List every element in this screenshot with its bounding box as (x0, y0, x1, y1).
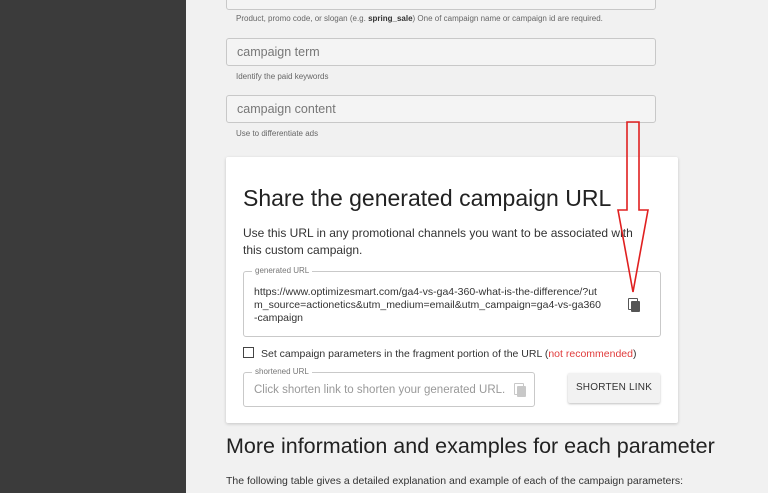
campaign-content-field[interactable]: campaign content (226, 95, 656, 123)
campaign-name-hint-tail: ) One of campaign name or campaign id ar… (412, 14, 603, 23)
campaign-term-hint: Identify the paid keywords (236, 72, 329, 81)
campaign-name-example: spring_sale (368, 14, 413, 23)
fragment-checkbox-label: Set campaign parameters in the fragment … (261, 348, 549, 360)
campaign-name-hint: Product, promo code, or slogan (e.g. spr… (236, 14, 603, 23)
shortened-url-placeholder: Click shorten link to shorten your gener… (254, 384, 506, 396)
generated-url-label: generated URL (252, 266, 313, 275)
campaign-content-placeholder: campaign content (237, 102, 336, 116)
generated-url-text[interactable]: https://www.optimizesmart.com/ga4-vs-ga4… (254, 286, 604, 325)
share-url-description: Use this URL in any promotional channels… (243, 226, 633, 257)
main-content: Product, promo code, or slogan (e.g. spr… (186, 0, 768, 493)
shortened-url-label: shortened URL (252, 367, 312, 376)
generated-url-box[interactable]: generated URL https://www.optimizesmart.… (243, 266, 661, 337)
not-recommended-text: not recommended (548, 348, 633, 360)
shorten-link-button[interactable]: SHORTEN LINK (568, 373, 660, 403)
campaign-term-field[interactable]: campaign term (226, 38, 656, 66)
fragment-close-paren: ) (632, 348, 637, 360)
copy-icon[interactable] (628, 298, 640, 312)
share-url-card: Share the generated campaign URL Use thi… (226, 157, 678, 423)
campaign-term-placeholder: campaign term (237, 45, 320, 59)
campaign-content-hint: Use to differentiate ads (236, 129, 319, 138)
more-info-intro: The following table gives a detailed exp… (226, 475, 684, 487)
share-url-title: Share the generated campaign URL (243, 185, 612, 211)
more-info-heading: More information and examples for each p… (226, 434, 715, 458)
fragment-option[interactable]: Set campaign parameters in the fragment … (243, 347, 636, 360)
fragment-checkbox[interactable] (243, 347, 254, 358)
campaign-name-field[interactable] (226, 0, 656, 10)
copy-shortened-icon[interactable] (514, 383, 526, 397)
campaign-name-hint-text: Product, promo code, or slogan (e.g. (236, 14, 369, 23)
shortened-url-box[interactable]: shortened URL Click shorten link to shor… (243, 367, 535, 407)
left-sidebar (0, 0, 186, 493)
